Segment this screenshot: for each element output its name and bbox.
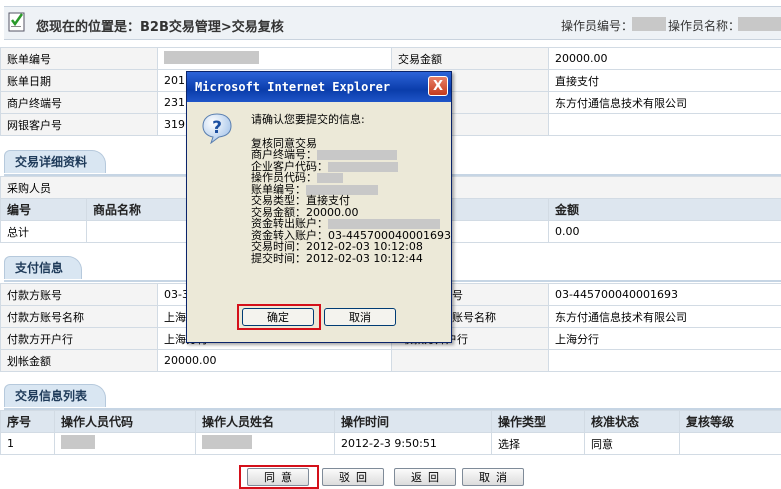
- txlist-header-op-code: 操作人员代码: [55, 411, 196, 433]
- bill-no-value: [158, 48, 392, 70]
- dialog-line-submit-time: 提交时间：2012-02-03 10:12:44: [251, 253, 451, 265]
- txlist-table: 序号 操作人员代码 操作人员姓名 操作时间 操作类型 核准状态 复核等级 1 2…: [0, 410, 781, 455]
- pay-type-value: 直接支付: [549, 70, 781, 92]
- location-icon: [8, 10, 28, 32]
- txlist-op-code-masked: [55, 433, 196, 455]
- total-value: 0.00: [549, 221, 781, 243]
- confirm-dialog: Microsoft Internet Explorer X ? 请确认您要提交的…: [186, 71, 452, 343]
- operator-name-masked: [738, 17, 781, 31]
- amount-value: 20000.00: [549, 48, 781, 70]
- payer-bank-label: 付款方开户行: [1, 328, 158, 350]
- detail-section-tab: 交易详细资料: [4, 150, 106, 173]
- payer-name-label: 付款方账号名称: [1, 306, 158, 328]
- txlist-header-level: 复核等级: [680, 411, 781, 433]
- dialog-ok-button[interactable]: 确定: [242, 308, 314, 326]
- dialog-message: 请确认您要提交的信息: 复核同意交易 商户终端号： 企业客户代码： 操作员代码：…: [251, 114, 451, 264]
- agree-button[interactable]: 同意: [247, 468, 309, 486]
- bill-no-label: 账单编号: [1, 48, 158, 70]
- location-breadcrumb: 您现在的位置是：B2B交易管理>交易复核: [36, 16, 284, 35]
- txlist-header-seq: 序号: [1, 411, 55, 433]
- txlist-header-time: 操作时间: [335, 411, 492, 433]
- back-button[interactable]: 返回: [394, 468, 456, 486]
- txlist-op-name-masked: [196, 433, 335, 455]
- operator-id-label: 操作员编号：: [561, 17, 633, 34]
- transfer-amount-value: 20000.00: [158, 350, 392, 372]
- dialog-title: Microsoft Internet Explorer: [187, 72, 451, 102]
- header-bar: 您现在的位置是：B2B交易管理>交易复核 操作员编号： 操作员名称：: [0, 0, 781, 44]
- txlist-type: 选择: [492, 433, 585, 455]
- detail-header-no: 编号: [1, 199, 87, 221]
- payee-name-value: 东方付通信息技术有限公司: [549, 306, 781, 328]
- txlist-section-header: 交易信息列表: [4, 384, 781, 410]
- svg-text:?: ?: [212, 118, 222, 138]
- dialog-line-tx-time: 交易时间：2012-02-03 10:12:08: [251, 241, 451, 253]
- amount-label: 交易金额: [392, 48, 549, 70]
- txlist-header-type: 操作类型: [492, 411, 585, 433]
- payee-bank-value: 上海分行: [549, 328, 781, 350]
- txlist-seq: 1: [1, 433, 55, 455]
- company-value: 东方付通信息技术有限公司: [549, 92, 781, 114]
- dialog-cancel-button[interactable]: 取消: [324, 308, 396, 326]
- operator-name-label: 操作员名称：: [668, 17, 740, 34]
- payee-account-value: 03-445700040001693: [549, 284, 781, 306]
- transfer-amount-label: 划帐金额: [1, 350, 158, 372]
- txlist-status: 同意: [585, 433, 680, 455]
- bank-customer-label: 网银客户号: [1, 114, 158, 136]
- question-icon: ?: [201, 112, 233, 144]
- dialog-line-type: 交易类型：直接支付: [251, 195, 451, 207]
- dialog-prompt: 请确认您要提交的信息:: [251, 114, 451, 126]
- txlist-header-op-name: 操作人员姓名: [196, 411, 335, 433]
- bill-date-label: 账单日期: [1, 70, 158, 92]
- merchant-no-label: 商户终端号: [1, 92, 158, 114]
- table-row: 1 2012-2-3 9:50:51 选择 同意: [1, 433, 781, 455]
- payer-account-label: 付款方账号: [1, 284, 158, 306]
- txlist-time: 2012-2-3 9:50:51: [335, 433, 492, 455]
- reject-button[interactable]: 驳回: [322, 468, 384, 486]
- txlist-section-tab: 交易信息列表: [4, 384, 106, 407]
- total-label: 总计: [1, 221, 87, 243]
- detail-header-amount: 金额: [549, 199, 781, 221]
- operator-id-masked: [632, 17, 666, 31]
- payment-section-tab: 支付信息: [4, 256, 82, 279]
- dialog-line-out-account: 资金转出账户：: [251, 218, 451, 230]
- cancel-button[interactable]: 取消: [462, 468, 524, 486]
- close-icon[interactable]: X: [428, 76, 448, 96]
- txlist-header-status: 核准状态: [585, 411, 680, 433]
